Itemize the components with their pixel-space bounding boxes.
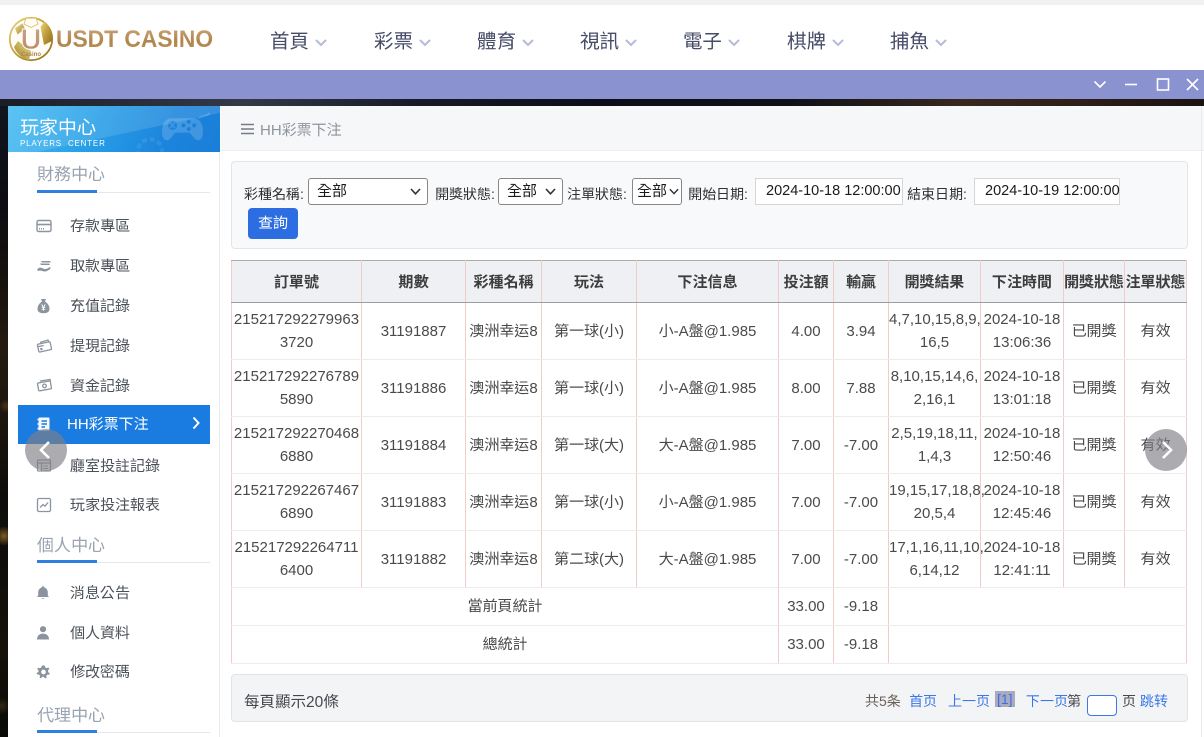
svg-text:¥: ¥ xyxy=(41,304,46,313)
